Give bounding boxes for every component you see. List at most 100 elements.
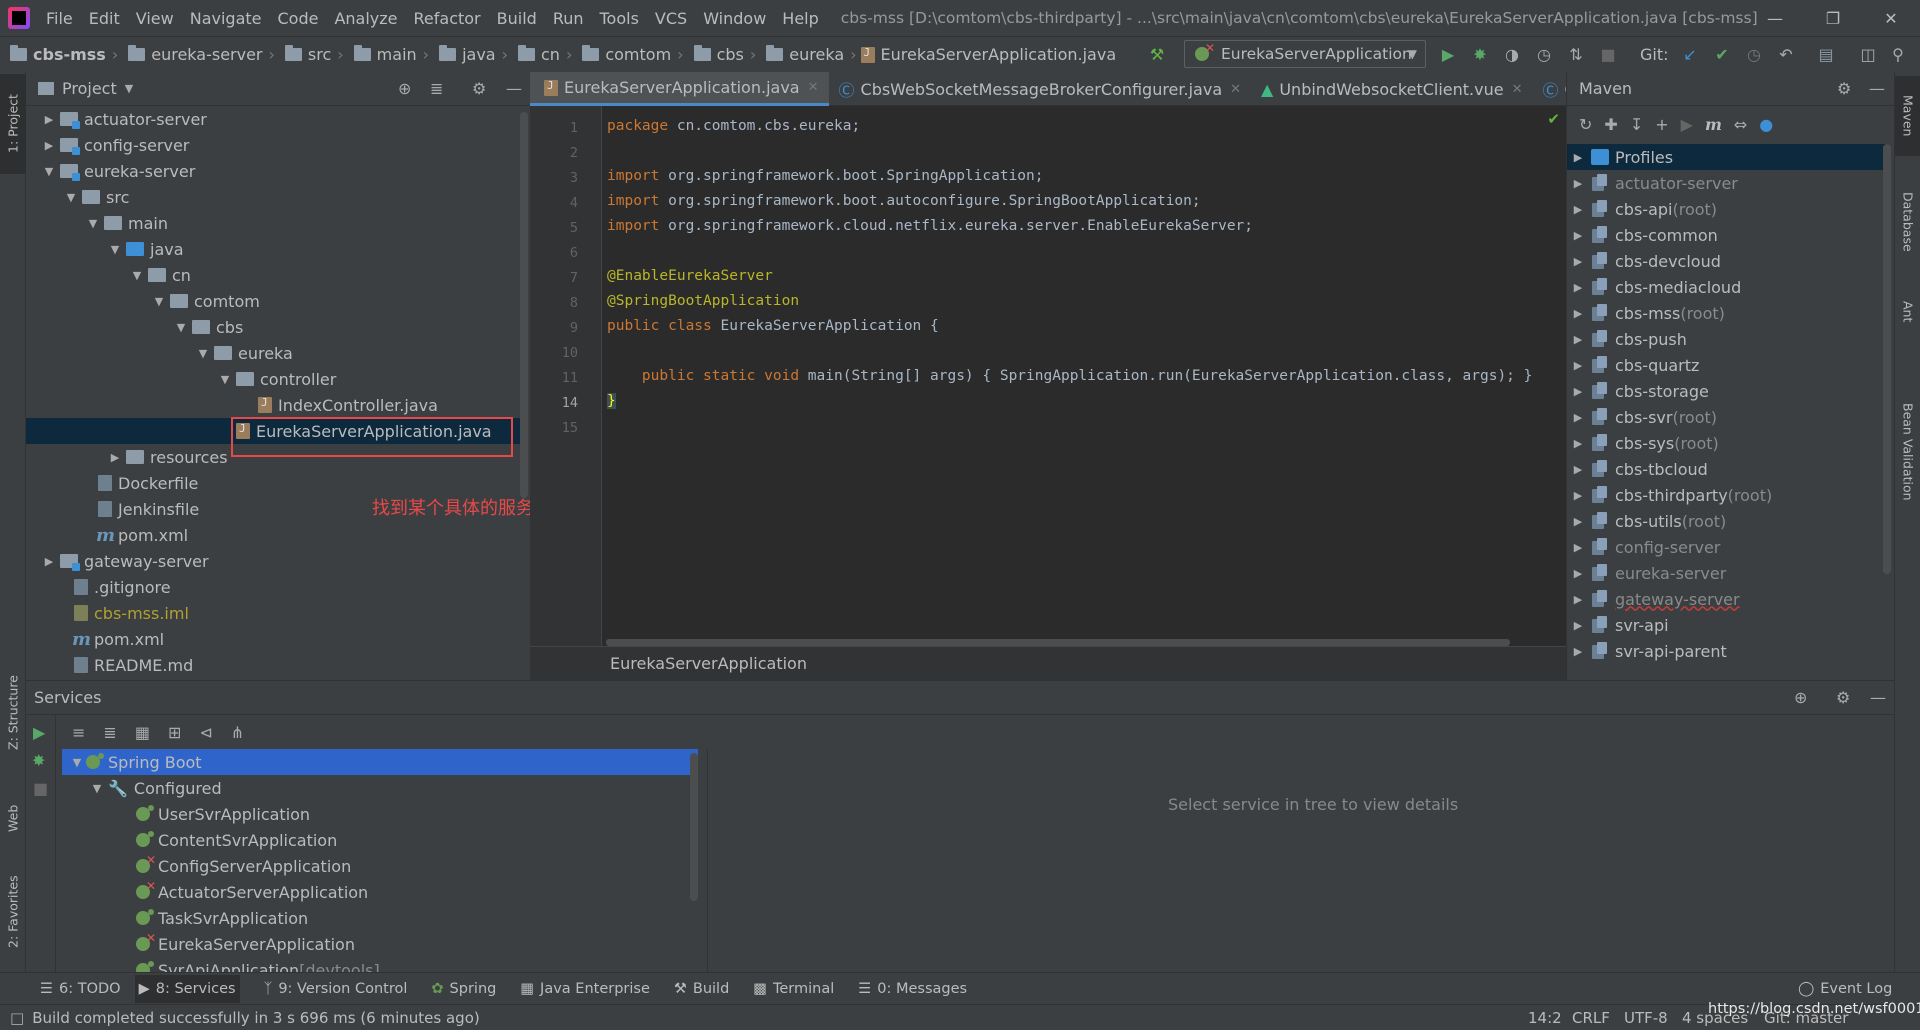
gear-icon[interactable]: ⚙ <box>472 79 486 98</box>
gear-icon[interactable]: ⚙ <box>1837 79 1851 98</box>
service-group-configured[interactable]: ▼ 🔧 Configured <box>90 775 222 801</box>
maven-item[interactable]: ▶ cbs-storage <box>1567 378 1889 404</box>
tool-window-services[interactable]: ▶ 8: Services <box>134 974 240 1003</box>
maven-item[interactable]: ▶ eureka-server <box>1567 560 1889 586</box>
tool-tab-database[interactable]: Database <box>1895 172 1920 272</box>
maven-scrollbar[interactable] <box>1883 144 1891 574</box>
tool-window-java-enterprise[interactable]: ▦ Java Enterprise <box>520 981 650 997</box>
tab-eureka-server-application[interactable]: EurekaServerApplication.java✕ <box>530 72 829 106</box>
menu-build[interactable]: Build <box>489 9 545 28</box>
debug-icon[interactable]: ✸ <box>1469 43 1491 65</box>
skip-tests-icon[interactable]: ● <box>1759 115 1773 134</box>
menu-window[interactable]: Window <box>695 9 774 28</box>
tree-item[interactable]: ▼ comtom <box>26 288 522 314</box>
maven-item[interactable]: ▶ cbs-api (root) <box>1567 196 1889 222</box>
tree-item[interactable]: .gitignore <box>26 574 522 600</box>
run-goal-icon[interactable]: ▶ <box>1681 115 1693 134</box>
stop-icon[interactable]: ■ <box>33 779 48 798</box>
tree-item[interactable]: ▼ cn <box>26 262 522 288</box>
tab-unbind-websocket-client[interactable]: ▲ UnbindWebsocketClient.vue ✕ <box>1251 72 1532 106</box>
git-history-icon[interactable]: ◷ <box>1743 43 1765 65</box>
git-commit-icon[interactable]: ✔ <box>1711 43 1733 65</box>
menu-vcs[interactable]: VCS <box>647 9 695 28</box>
run-icon[interactable]: ▶ <box>33 723 45 742</box>
maven-item[interactable]: ▶ svr-api-parent <box>1567 638 1889 664</box>
debug-icon[interactable]: ✸ <box>32 751 45 770</box>
caret-position[interactable]: 14:2 <box>1528 1009 1562 1027</box>
menu-code[interactable]: Code <box>270 9 327 28</box>
menu-navigate[interactable]: Navigate <box>182 9 270 28</box>
maven-item[interactable]: ▶ gateway-server <box>1567 586 1889 612</box>
breadcrumb-item[interactable]: eureka-server › <box>118 45 275 64</box>
plus-icon[interactable]: + <box>1655 115 1668 134</box>
tool-tab-maven[interactable]: Maven <box>1895 76 1920 156</box>
breadcrumb-item[interactable]: cn › <box>508 45 572 64</box>
download-icon[interactable]: ↧ <box>1630 115 1643 134</box>
status-message[interactable]: Build completed successfully in 3 s 696 … <box>32 1009 480 1027</box>
code-area[interactable]: 1 2 3 4 5 6 7 8 9 10 11 14 15 package cn… <box>530 106 1566 646</box>
coverage-icon[interactable]: ◑ <box>1501 43 1523 65</box>
tree-item[interactable]: ▼ controller <box>26 366 522 392</box>
chevron-down-icon[interactable]: ▼ <box>125 82 133 95</box>
git-rollback-icon[interactable]: ↶ <box>1775 43 1797 65</box>
toggle-offline-icon[interactable]: ⇔ <box>1734 115 1747 134</box>
line-separator[interactable]: CRLF <box>1572 1009 1610 1027</box>
close-icon[interactable]: ✕ <box>1230 82 1241 97</box>
tree-item[interactable]: ▼ main <box>26 210 522 236</box>
tool-tab-web[interactable]: Web <box>0 788 26 848</box>
branch-icon[interactable]: ⋔ <box>231 723 244 742</box>
restore-icon[interactable]: ❐ <box>1804 0 1862 36</box>
service-item[interactable]: TaskSvrApplication <box>134 905 308 931</box>
file-encoding[interactable]: UTF-8 <box>1624 1009 1668 1027</box>
service-group-spring-boot[interactable]: ▼ Spring Boot <box>62 749 698 775</box>
event-log-button[interactable]: ◯ Event Log <box>1798 981 1892 997</box>
tool-window-messages[interactable]: ☰ 0: Messages <box>858 981 967 997</box>
tree-item[interactable]: README.md <box>26 652 522 678</box>
maven-item[interactable]: ▶ cbs-thirdparty (root) <box>1567 482 1889 508</box>
add-maven-project-icon[interactable]: ✚ <box>1604 115 1617 134</box>
project-view-selector[interactable]: Project <box>62 79 117 98</box>
close-icon[interactable]: ✕ <box>808 80 819 95</box>
tree-item[interactable]: ▼ java <box>26 236 522 262</box>
maven-item[interactable]: ▶ cbs-push <box>1567 326 1889 352</box>
tool-window-version-control[interactable]: ᛉ 9: Version Control <box>264 981 408 997</box>
new-service-icon[interactable]: ⊞ <box>168 723 181 742</box>
collapse-all-icon[interactable]: ≣ <box>103 723 116 742</box>
menu-refactor[interactable]: Refactor <box>406 9 489 28</box>
maven-item[interactable]: ▶ cbs-svr (root) <box>1567 404 1889 430</box>
breadcrumb-item[interactable]: comtom › <box>572 45 684 64</box>
menu-analyze[interactable]: Analyze <box>326 9 405 28</box>
editor-horizontal-scrollbar[interactable] <box>606 639 1510 646</box>
tool-window-build[interactable]: ⚒ Build <box>674 981 729 997</box>
breadcrumb-item[interactable]: EurekaServerApplication.java <box>857 45 1116 64</box>
tool-window-spring[interactable]: ✿ Spring <box>431 981 496 997</box>
tree-item[interactable]: IndexController.java <box>26 392 522 418</box>
tab-broker-configurer[interactable]: Ⓒ CbsWebSocketMessageBrokerConfigurer.jav… <box>829 72 1252 106</box>
git-update-icon[interactable]: ↙ <box>1679 43 1701 65</box>
tool-window-todo[interactable]: ☰ 6: TODO <box>40 981 121 997</box>
maven-item[interactable]: ▶ cbs-mss (root) <box>1567 300 1889 326</box>
layout-icon[interactable]: ◫ <box>1857 43 1879 65</box>
maven-item[interactable]: ▶ cbs-quartz <box>1567 352 1889 378</box>
service-item[interactable]: ActuatorServerApplication <box>134 879 368 905</box>
close-icon[interactable]: ✕ <box>1512 82 1523 97</box>
maven-item[interactable]: ▶ cbs-utils (root) <box>1567 508 1889 534</box>
tree-item[interactable]: ▼ eureka-server <box>26 158 522 184</box>
tree-item[interactable]: ▼ src <box>26 184 522 210</box>
maven-item[interactable]: ▶ config-server <box>1567 534 1889 560</box>
close-icon[interactable]: ✕ <box>1862 0 1920 36</box>
attach-icon[interactable]: ⇅ <box>1565 43 1587 65</box>
project-scrollbar[interactable] <box>520 112 528 498</box>
hide-icon[interactable]: — <box>1869 79 1885 98</box>
maven-item[interactable]: ▶ actuator-server <box>1567 170 1889 196</box>
collapse-all-icon[interactable]: ≣ <box>430 79 443 98</box>
maven-item[interactable]: ▶ cbs-tbcloud <box>1567 456 1889 482</box>
reload-icon[interactable]: ↻ <box>1579 115 1592 134</box>
tool-tab-ant[interactable]: Ant <box>1895 282 1920 342</box>
tool-tab-favorites[interactable]: 2: Favorites <box>0 862 26 962</box>
breadcrumb-item[interactable]: main › <box>344 45 429 64</box>
tree-item[interactable]: ▼ cbs <box>26 314 522 340</box>
maven-item[interactable]: ▶ cbs-mediacloud <box>1567 274 1889 300</box>
tree-item[interactable]: ▼ eureka <box>26 340 522 366</box>
menu-tools[interactable]: Tools <box>592 9 647 28</box>
